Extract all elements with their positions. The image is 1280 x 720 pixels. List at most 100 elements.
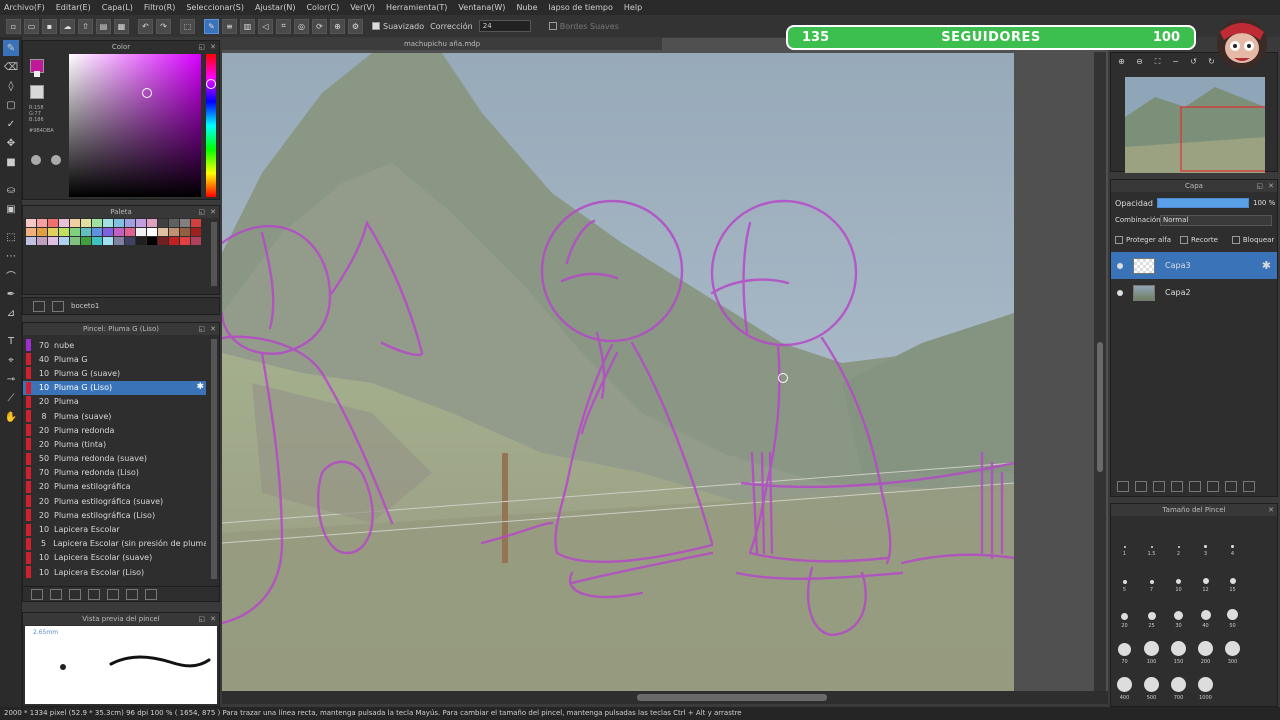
brush-size-cell[interactable]: 40 (1192, 594, 1219, 629)
menu-item-2[interactable]: Capa(L) (102, 3, 133, 12)
palette-swatch[interactable] (81, 237, 91, 245)
undo-icon[interactable]: ↶ (138, 18, 153, 34)
brush-size-cell[interactable]: 20 (1111, 594, 1138, 629)
hand-tool-icon[interactable]: ✋ (3, 409, 19, 425)
symmetry-icon[interactable]: ▥ (240, 18, 255, 34)
palette-swatch[interactable] (59, 219, 69, 227)
color-picker-handle[interactable] (142, 88, 152, 98)
export-icon[interactable]: ⇧ (78, 18, 93, 34)
brush-item[interactable]: 10 Pluma G (suave) (23, 366, 206, 380)
delete-layer-icon[interactable] (1243, 480, 1255, 492)
palette-swatch[interactable] (59, 237, 69, 245)
edit-tool-icon[interactable]: ⊿ (3, 305, 19, 321)
brush-delete-icon[interactable] (145, 588, 157, 600)
rotate-left-icon[interactable]: ↺ (1187, 57, 1200, 69)
vertical-scrollbar[interactable] (1094, 52, 1106, 694)
horizontal-scroll-thumb[interactable] (637, 694, 827, 701)
brush-size-cell[interactable]: 100 (1138, 630, 1165, 665)
brush-item[interactable]: 5 Lapicera Escolar (sin presión de pluma) (23, 537, 206, 551)
brush-item[interactable]: 20 Pluma estilográfica (suave) (23, 494, 206, 508)
brush-size-cell[interactable]: 30 (1165, 594, 1192, 629)
sketch-layer-label[interactable]: boceto1 (71, 302, 99, 310)
zoom-minus-icon[interactable]: − (1169, 57, 1182, 69)
magic-wand-icon[interactable]: ⋯ (3, 248, 19, 264)
new-vector-icon[interactable] (1153, 480, 1165, 492)
brush-item[interactable]: 10 Lapicera Escolar (23, 522, 206, 536)
rect-tool-icon[interactable]: ■ (3, 154, 19, 170)
brush-copy-icon[interactable] (50, 588, 62, 600)
panel-menu-icon[interactable]: ◱ (198, 206, 205, 218)
palette-swatch[interactable] (48, 228, 58, 236)
palette-swatch[interactable] (191, 228, 201, 236)
palette-swatch[interactable] (169, 228, 179, 236)
blend-mode-select[interactable]: Normal (1160, 214, 1272, 226)
palette-swatch[interactable] (147, 228, 157, 236)
palette-swatch[interactable] (37, 237, 47, 245)
palette-swatch[interactable] (81, 228, 91, 236)
brush-size-cell[interactable]: 1 (1111, 522, 1138, 557)
palette-swatch[interactable] (48, 219, 58, 227)
dropper-tool-icon[interactable]: ⊸ (3, 371, 19, 387)
palette-swatch[interactable] (92, 219, 102, 227)
palette-swatch[interactable] (81, 219, 91, 227)
visibility-icon[interactable] (1117, 262, 1123, 269)
document-canvas[interactable] (222, 53, 1014, 691)
hue-slider[interactable] (206, 54, 216, 197)
menu-item-0[interactable]: Archivo(F) (4, 3, 45, 12)
brush-size-cell[interactable]: 50 (1219, 594, 1246, 629)
palette-swatch[interactable] (70, 228, 80, 236)
delete-sketch-icon[interactable] (52, 300, 64, 312)
brush-import-icon[interactable] (88, 588, 100, 600)
brush-size-cell[interactable]: 7 (1138, 558, 1165, 593)
layer-item[interactable]: Capa3 ✱ (1111, 252, 1277, 279)
brush-item[interactable]: 8 Pluma (suave) (23, 409, 206, 423)
palette-swatch[interactable] (147, 219, 157, 227)
pen-tool-icon[interactable]: ✒ (3, 286, 19, 302)
close-icon[interactable]: ✕ (1268, 504, 1274, 516)
select-tool-icon[interactable]: ▢ (3, 97, 19, 113)
menu-item-5[interactable]: Ajustar(N) (255, 3, 296, 12)
panel-menu-icon[interactable]: ◱ (1256, 180, 1263, 192)
settings-icon[interactable]: ⚙ (348, 18, 363, 34)
perspective-icon[interactable]: ◁ (258, 18, 273, 34)
brush-item[interactable]: 40 Pluma G (23, 352, 206, 366)
palette-swatch[interactable] (92, 228, 102, 236)
brush-settings-icon[interactable]: ✱ (196, 382, 204, 392)
brush-item[interactable]: 10 Lapicera Escolar (suave) (23, 551, 206, 565)
palette-swatch[interactable] (136, 237, 146, 245)
menu-item-8[interactable]: Herramienta(T) (386, 3, 447, 12)
menu-item-11[interactable]: lapso de tiempo (549, 3, 613, 12)
check-tool-icon[interactable]: ✓ (3, 116, 19, 132)
palette-swatch[interactable] (158, 219, 168, 227)
secondary-color-swatch[interactable] (30, 85, 44, 99)
protect-alpha-checkbox[interactable] (1115, 236, 1123, 244)
new-icon[interactable]: ▫ (6, 18, 21, 34)
palette-swatch[interactable] (103, 228, 113, 236)
brush-item[interactable]: 70 Pluma redonda (Liso) (23, 466, 206, 480)
grid-icon[interactable]: ▦ (114, 18, 129, 34)
panel-menu-icon[interactable]: ◱ (198, 323, 205, 335)
panel-menu-icon[interactable]: ◱ (198, 41, 205, 53)
document-tab[interactable]: machupichu aña.mdp (222, 38, 662, 50)
smooth-checkbox[interactable] (372, 22, 380, 30)
circle-icon[interactable]: ◎ (294, 18, 309, 34)
brush-item[interactable]: 20 Pluma redonda (23, 423, 206, 437)
new-sketch-icon[interactable] (33, 300, 45, 312)
menu-item-12[interactable]: Help (624, 3, 642, 12)
fill-tool-icon[interactable]: ⛀ (3, 182, 19, 198)
rotate-icon[interactable]: ⟳ (312, 18, 327, 34)
selection-icon[interactable]: ⬚ (180, 18, 195, 34)
snap-icon[interactable]: ⌗ (276, 18, 291, 34)
palette-swatch[interactable] (37, 219, 47, 227)
merge-layer-icon[interactable] (1225, 480, 1237, 492)
brush-size-cell[interactable]: 400 (1111, 666, 1138, 701)
brush-size-cell[interactable]: 70 (1111, 630, 1138, 665)
palette-swatch[interactable] (92, 237, 102, 245)
menu-item-4[interactable]: Seleccionar(S) (186, 3, 244, 12)
palette-swatch[interactable] (147, 237, 157, 245)
palette-swatch[interactable] (180, 219, 190, 227)
brush-item[interactable]: 10 Pluma G (Liso) ✱ (23, 380, 206, 395)
menu-item-1[interactable]: Editar(E) (56, 3, 91, 12)
hue-handle[interactable] (206, 79, 216, 89)
layer-options-icon[interactable] (1171, 480, 1183, 492)
